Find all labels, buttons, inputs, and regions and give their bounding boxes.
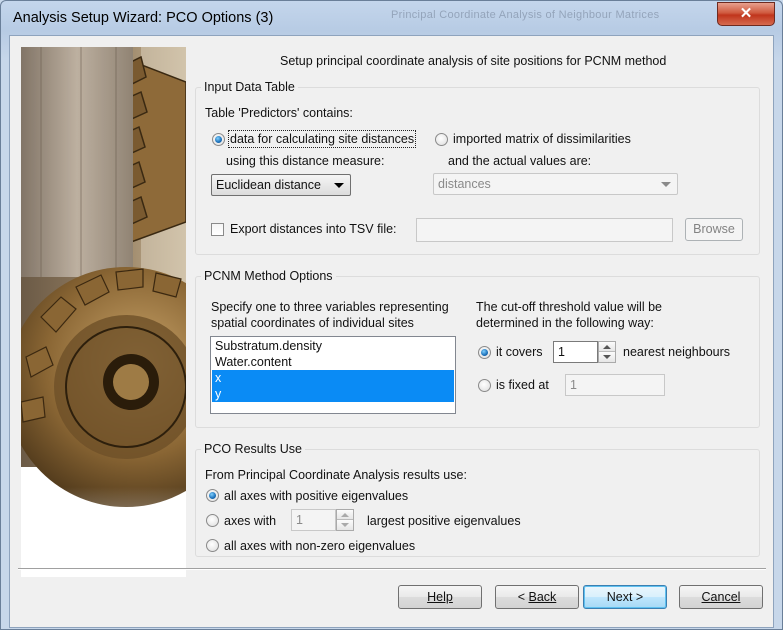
export-distances-label[interactable]: Export distances into TSV file: — [230, 222, 397, 236]
spin-down-icon[interactable] — [337, 520, 353, 530]
spin-up-icon[interactable] — [599, 342, 615, 352]
browse-button-label: Browse — [693, 222, 735, 236]
positive-eigenvalues-radio[interactable] — [206, 489, 219, 502]
axes-count-value: 1 — [296, 513, 303, 527]
variables-instruction-line1: Specify one to three variables represent… — [211, 300, 449, 314]
cutoff-instruction-line2: determined in the following way: — [476, 316, 654, 330]
axes-with-label[interactable]: axes with — [224, 514, 276, 528]
covers-value-input[interactable]: 1 — [553, 341, 598, 363]
distance-measure-select[interactable]: Euclidean distance — [211, 174, 351, 196]
back-button-label: Back — [528, 590, 557, 604]
window-title: Analysis Setup Wizard: PCO Options (3) — [13, 10, 274, 26]
covers-value: 1 — [558, 345, 565, 359]
fixed-threshold-radio[interactable] — [478, 379, 491, 392]
background-window-title: Principal Coordinate Analysis of Neighbo… — [391, 9, 660, 21]
pco-results-label: PCO Results Use — [201, 442, 305, 456]
next-button[interactable]: Next > — [583, 585, 667, 609]
dissimilarity-matrix-sublabel: and the actual values are: — [448, 154, 592, 168]
list-item[interactable]: Substratum.density — [212, 338, 454, 354]
pcnm-options-label: PCNM Method Options — [201, 269, 336, 283]
title-bar[interactable]: Analysis Setup Wizard: PCO Options (3) P… — [1, 1, 782, 35]
close-button[interactable]: ✕ — [717, 2, 775, 26]
list-item[interactable]: Water.content — [212, 354, 454, 370]
input-data-table-label: Input Data Table — [201, 80, 298, 94]
covers-neighbours-radio[interactable] — [478, 346, 491, 359]
variables-instruction-line2: spatial coordinates of individual sites — [211, 316, 414, 330]
cancel-button-label: Cancel — [701, 590, 741, 604]
spin-down-icon[interactable] — [599, 352, 615, 362]
spin-up-icon[interactable] — [337, 510, 353, 520]
chevron-down-icon — [661, 182, 671, 187]
gear-wheel-image — [21, 47, 186, 577]
back-button[interactable]: < Back — [495, 585, 579, 609]
nonzero-eigenvalues-radio[interactable] — [206, 539, 219, 552]
axes-with-suffix: largest positive eigenvalues — [367, 514, 521, 528]
wizard-content: Setup principal coordinate analysis of s… — [9, 35, 774, 628]
distance-measure-value: Euclidean distance — [216, 178, 321, 192]
site-distances-radio[interactable] — [212, 133, 225, 146]
browse-button[interactable]: Browse — [685, 218, 743, 241]
positive-eigenvalues-label[interactable]: all axes with positive eigenvalues — [224, 489, 408, 503]
axes-count-spinner[interactable] — [336, 509, 354, 531]
covers-spinner[interactable] — [598, 341, 616, 363]
table-contains-text: Table 'Predictors' contains: — [205, 106, 353, 120]
chevron-down-icon — [334, 183, 344, 188]
nonzero-eigenvalues-label[interactable]: all axes with non-zero eigenvalues — [224, 539, 415, 553]
export-path-input[interactable] — [416, 218, 673, 242]
dissimilarity-matrix-label[interactable]: imported matrix of dissimilarities — [453, 132, 631, 146]
axes-count-input[interactable]: 1 — [291, 509, 336, 531]
dissimilarity-matrix-radio[interactable] — [435, 133, 448, 146]
fixed-value: 1 — [570, 378, 577, 392]
fixed-threshold-label[interactable]: is fixed at — [496, 378, 549, 392]
export-distances-checkbox[interactable] — [211, 223, 224, 236]
values-select[interactable]: distances — [433, 173, 678, 195]
back-button-prefix: < — [517, 590, 529, 604]
cancel-button[interactable]: Cancel — [679, 585, 763, 609]
cutoff-instruction-line1: The cut-off threshold value will be — [476, 300, 662, 314]
pco-results-intro: From Principal Coordinate Analysis resul… — [205, 468, 467, 482]
close-icon: ✕ — [739, 5, 753, 22]
dialog-window: Analysis Setup Wizard: PCO Options (3) P… — [0, 0, 783, 630]
fixed-value-input[interactable]: 1 — [565, 374, 665, 396]
site-distances-label[interactable]: data for calculating site distances — [227, 130, 417, 148]
covers-neighbours-label[interactable]: it covers — [496, 345, 543, 359]
site-distances-sublabel: using this distance measure: — [226, 154, 385, 168]
coordinate-variables-list[interactable]: Substratum.density Water.content x y — [210, 336, 456, 414]
axes-with-radio[interactable] — [206, 514, 219, 527]
help-button-label: Help — [427, 590, 453, 604]
button-separator — [18, 568, 766, 570]
help-button[interactable]: Help — [398, 585, 482, 609]
list-item[interactable]: x — [212, 370, 454, 386]
covers-suffix: nearest neighbours — [623, 345, 731, 359]
wizard-subtitle: Setup principal coordinate analysis of s… — [280, 54, 667, 68]
next-button-label: Next > — [606, 590, 644, 604]
list-item[interactable]: y — [212, 386, 454, 402]
values-select-value: distances — [438, 177, 491, 191]
